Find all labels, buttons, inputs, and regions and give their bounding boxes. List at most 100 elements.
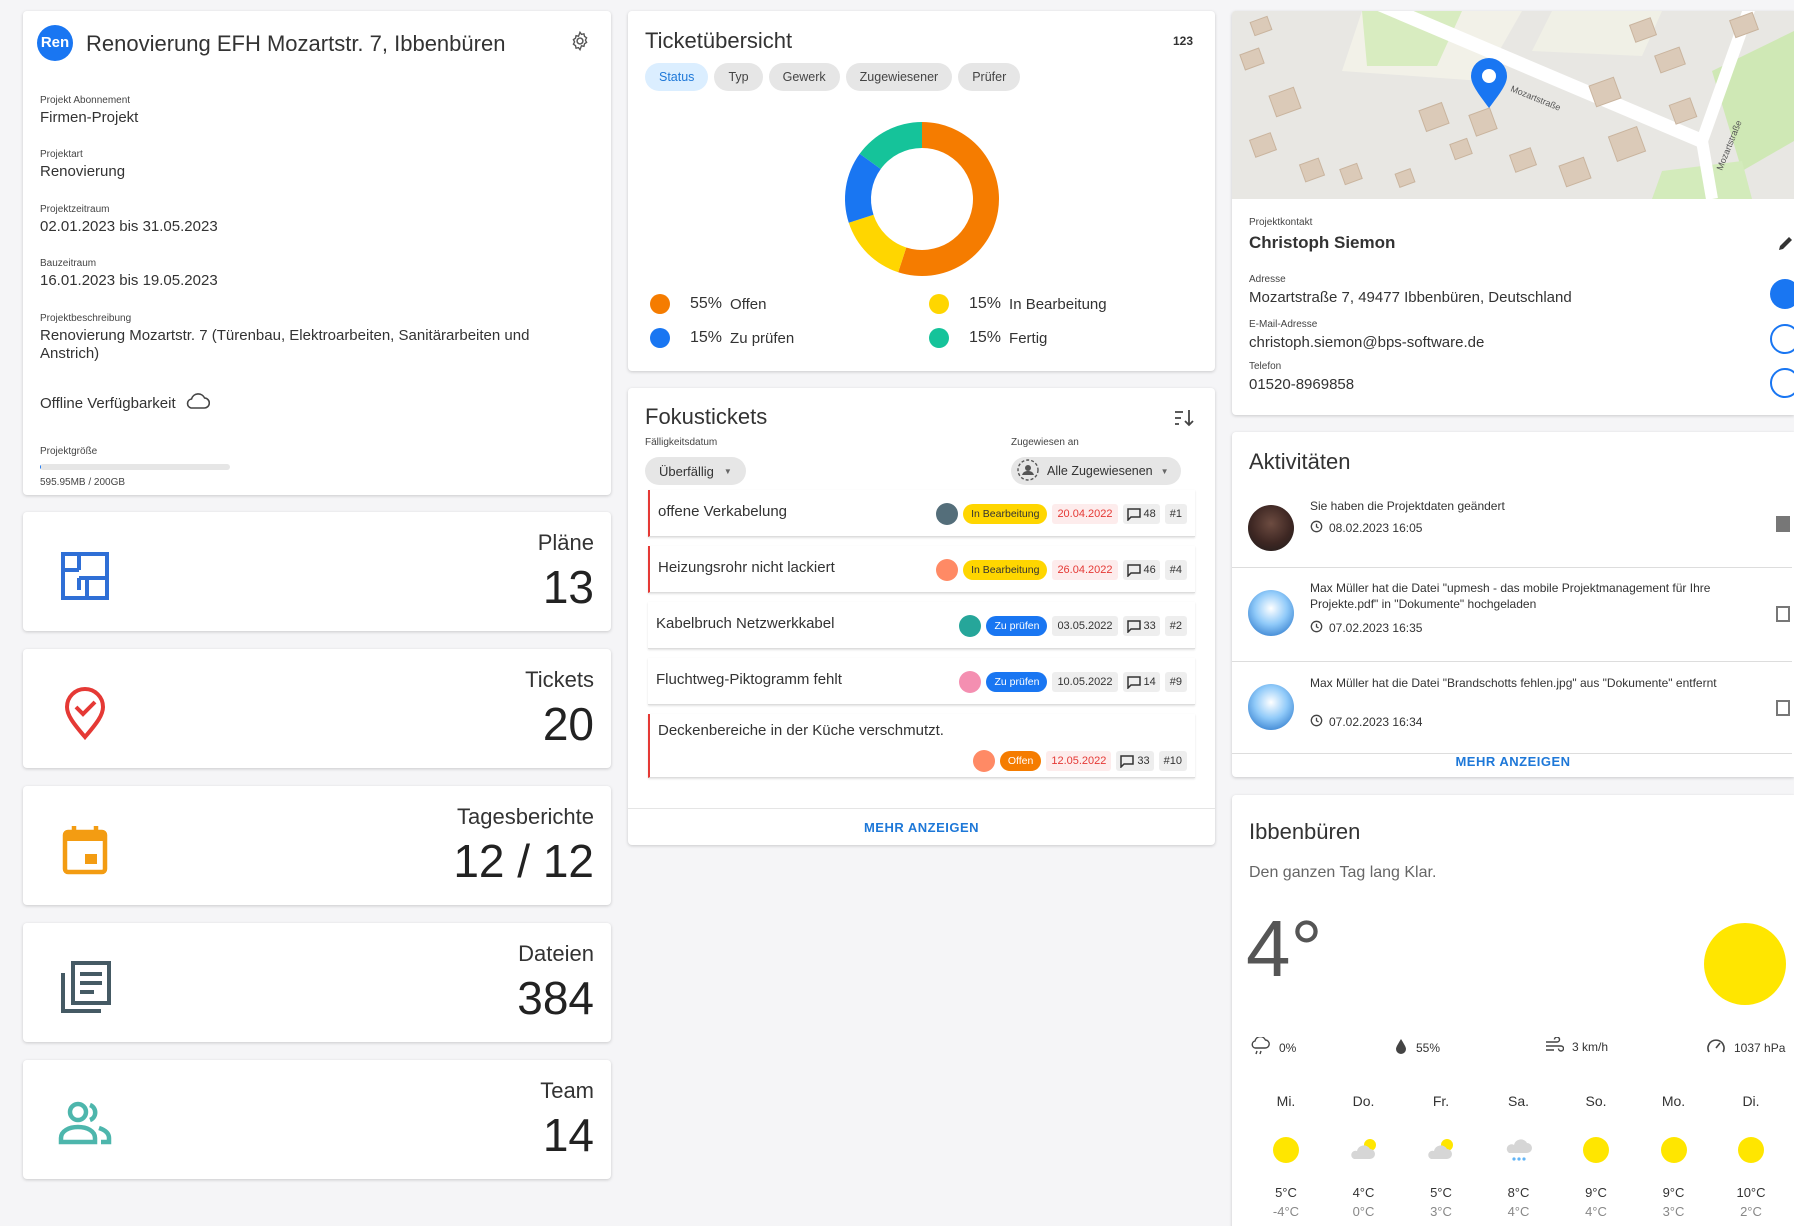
- activity-time-value: 07.02.2023 16:35: [1329, 621, 1423, 635]
- forecast-low: 0°C: [1352, 1204, 1375, 1219]
- ticket-row[interactable]: Fluchtweg-Piktogramm fehlt Zu prüfen 10.…: [648, 658, 1195, 705]
- activity-item[interactable]: Max Müller hat die Datei "upmesh - das m…: [1232, 568, 1792, 662]
- legend-label: In Bearbeitung: [1009, 295, 1107, 313]
- wind-icon: [1544, 1036, 1565, 1056]
- chip-reviewer[interactable]: Prüfer: [958, 63, 1021, 91]
- comment-count: 33: [1143, 620, 1156, 632]
- ticket-number: #2: [1164, 616, 1187, 636]
- forecast-day-name: Mi.: [1276, 1093, 1296, 1109]
- phone-icon[interactable]: [1770, 368, 1794, 398]
- weather-temp: 4°: [1246, 904, 1323, 993]
- ticket-due-date: 12.05.2022: [1046, 751, 1112, 771]
- forecast-day-name: So.: [1585, 1093, 1607, 1109]
- legend-item-done[interactable]: 15% Fertig: [929, 328, 1047, 348]
- activities-more-button[interactable]: MEHR ANZEIGEN: [1232, 754, 1794, 769]
- ticket-overview-card: Ticketübersicht 123 Status Typ Gewerk Zu…: [628, 11, 1215, 371]
- offline-label: Offline Verfügbarkeit: [40, 395, 176, 412]
- ticket-row[interactable]: Heizungsrohr nicht lackiert In Bearbeitu…: [648, 546, 1195, 593]
- stat-card-daily-reports[interactable]: Tagesberichte 12 / 12: [23, 786, 611, 905]
- sun-icon: [1273, 1137, 1299, 1163]
- forecast-low: -4°C: [1272, 1204, 1300, 1219]
- comment-icon: [1126, 619, 1141, 633]
- ticket-status-badge: Zu prüfen: [986, 616, 1048, 636]
- ticket-title: offene Verkabelung: [658, 503, 788, 520]
- chip-trade[interactable]: Gewerk: [768, 63, 840, 91]
- stat-card-files[interactable]: Dateien 384: [23, 923, 611, 1042]
- offline-availability[interactable]: Offline Verfügbarkeit: [40, 392, 210, 415]
- ticket-row[interactable]: offene Verkabelung In Bearbeitung 20.04.…: [648, 490, 1195, 537]
- legend-item-to-review[interactable]: 15% Zu prüfen: [650, 328, 794, 348]
- legend-item-open[interactable]: 55% Offen: [650, 294, 766, 314]
- user-avatar: [1248, 684, 1294, 730]
- settings-icon[interactable]: [569, 30, 591, 52]
- focus-more-button[interactable]: MEHR ANZEIGEN: [628, 820, 1215, 835]
- field-label: Projekt Abonnement: [40, 95, 131, 106]
- stat-card-team[interactable]: Team 14: [23, 1060, 611, 1179]
- forecast-icon: [1334, 1135, 1394, 1165]
- email-icon[interactable]: [1770, 324, 1794, 354]
- comment-count: 33: [1137, 755, 1150, 767]
- activity-time: 07.02.2023 16:35: [1310, 620, 1422, 636]
- clock-icon: [1310, 620, 1323, 636]
- comment-icon: [1126, 507, 1141, 521]
- pressure-value: 1037 hPa: [1734, 1040, 1786, 1055]
- sun-icon: [1704, 923, 1786, 1005]
- ticket-meta: In Bearbeitung 26.04.2022 46 #4: [936, 559, 1187, 581]
- project-field-period: Projektzeitraum 02.01.2023 bis 31.05.202…: [40, 204, 218, 235]
- ticket-due-date: 20.04.2022: [1052, 504, 1118, 524]
- project-field-description: Projektbeschreibung Renovierung Mozartst…: [40, 313, 580, 363]
- ticket-title: Heizungsrohr nicht lackiert: [658, 559, 835, 576]
- due-filter-value: Überfällig: [659, 463, 714, 479]
- forecast-icon: [1644, 1135, 1704, 1165]
- field-label: Projektbeschreibung: [40, 313, 132, 324]
- activity-item[interactable]: Max Müller hat die Datei "Brandschotts f…: [1232, 662, 1792, 754]
- documents-icon: [57, 959, 113, 1015]
- contact-label: Projektkontakt: [1249, 217, 1313, 228]
- field-label: Projektzeitraum: [40, 204, 110, 215]
- forecast-day: Sa. 8°C 4°C: [1489, 1093, 1549, 1223]
- sun-icon: [1583, 1137, 1609, 1163]
- map[interactable]: Mozartstraße Mozartstraße: [1232, 11, 1794, 199]
- ticket-row[interactable]: Kabelbruch Netzwerkkabel Zu prüfen 03.05…: [648, 602, 1195, 649]
- forecast-day-name: Mo.: [1661, 1093, 1686, 1109]
- forecast-low: 4°C: [1507, 1204, 1530, 1219]
- due-filter-dropdown[interactable]: Überfällig ▼: [645, 457, 746, 485]
- comment-icon: [1126, 675, 1141, 689]
- activity-time: 08.02.2023 16:05: [1310, 520, 1422, 536]
- legend-item-in-progress[interactable]: 15% In Bearbeitung: [929, 294, 1107, 314]
- chip-type[interactable]: Typ: [714, 63, 763, 91]
- activity-item[interactable]: Sie haben die Projektdaten geändert 08.0…: [1232, 488, 1792, 568]
- donut-slice-1[interactable]: [848, 214, 907, 273]
- ticket-title: Deckenbereiche in der Küche verschmutzt.: [658, 722, 944, 739]
- contact-name: Christoph Siemon: [1249, 233, 1396, 252]
- humidity-value: 55%: [1416, 1040, 1441, 1055]
- stat-card-plans[interactable]: Pläne 13: [23, 512, 611, 631]
- ticket-number: #9: [1164, 672, 1187, 692]
- assignee-avatar: [959, 671, 982, 693]
- map-pin-icon[interactable]: [1469, 58, 1509, 115]
- ticket-comments: 46: [1122, 560, 1160, 580]
- focus-footer: [628, 808, 1215, 809]
- cloud-sun-icon: [1428, 1139, 1453, 1159]
- ticket-title: Fluchtweg-Piktogramm fehlt: [656, 671, 842, 688]
- assignee-avatar: [936, 559, 959, 581]
- comment-count: 48: [1143, 508, 1156, 520]
- stat-card-tickets[interactable]: Tickets 20: [23, 649, 611, 768]
- comment-icon: [1120, 754, 1135, 768]
- focus-title: Fokustickets: [645, 404, 768, 429]
- project-avatar: Ren: [37, 25, 73, 61]
- ticket-row[interactable]: Deckenbereiche in der Küche verschmutzt.…: [648, 714, 1195, 778]
- documents-icon: [1776, 606, 1790, 622]
- stat-value: 20: [542, 698, 594, 750]
- chip-assignee[interactable]: Zugewiesener: [845, 63, 953, 91]
- forecast-day-name: Do.: [1352, 1093, 1375, 1109]
- assignee-filter-dropdown[interactable]: Alle Zugewiesenen ▼: [1011, 457, 1181, 485]
- ticket-comments: 14: [1122, 672, 1160, 692]
- directions-icon[interactable]: [1770, 279, 1794, 309]
- edit-icon[interactable]: [1776, 233, 1794, 258]
- clock-icon: [1310, 714, 1323, 730]
- chip-status[interactable]: Status: [645, 63, 709, 91]
- legend-percent: 15%: [690, 329, 723, 346]
- activity-time: 07.02.2023 16:34: [1310, 714, 1422, 730]
- sort-icon[interactable]: [1173, 408, 1195, 433]
